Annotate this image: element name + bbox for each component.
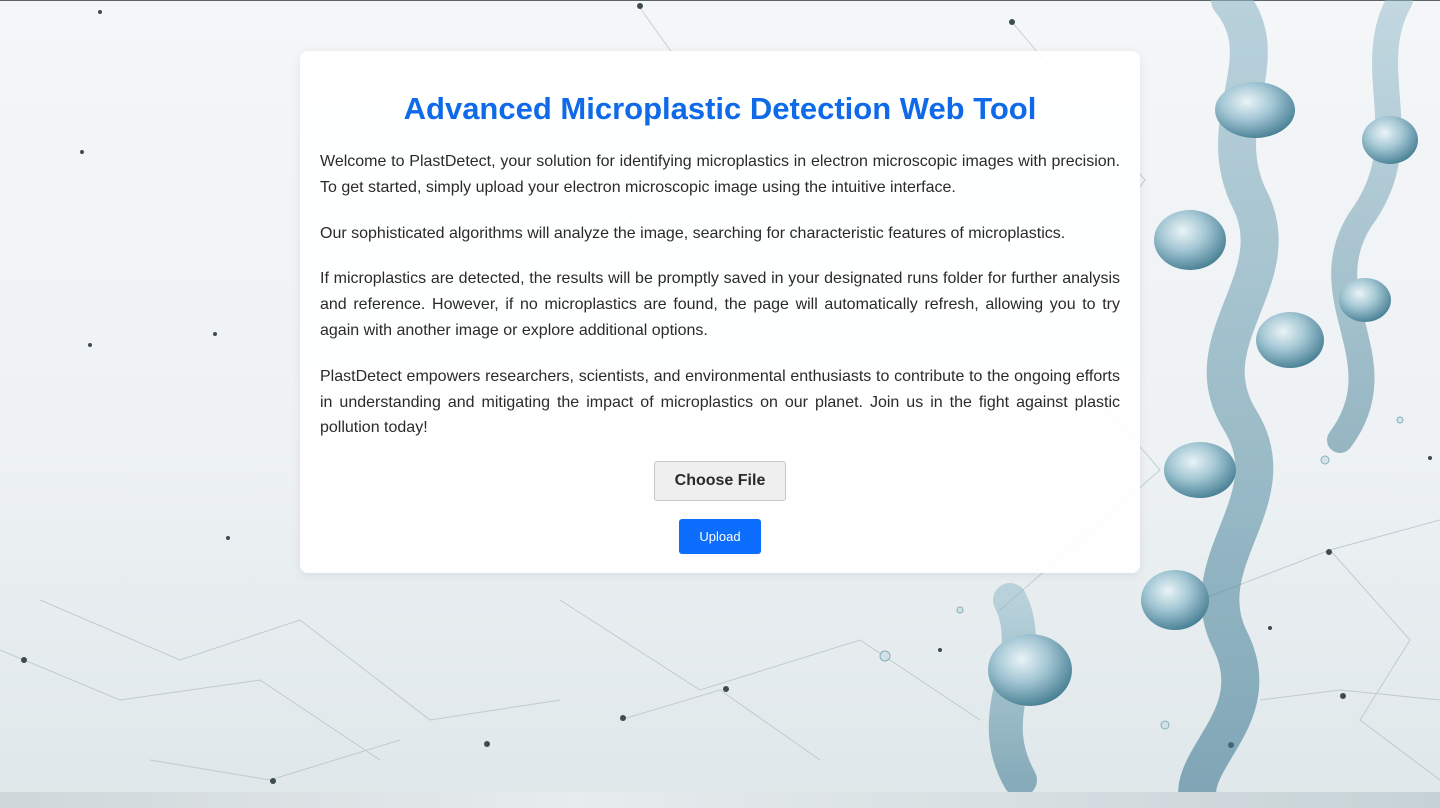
page-title: Advanced Microplastic Detection Web Tool <box>403 91 1037 126</box>
results-paragraph: If microplastics are detected, the resul… <box>320 270 1120 339</box>
bottom-strip <box>0 792 1440 808</box>
choose-file-button[interactable]: Choose File <box>654 461 786 502</box>
upload-wrapper: Upload <box>320 519 1120 555</box>
intro-paragraph: Welcome to PlastDetect, your solution fo… <box>320 153 1120 196</box>
mission-paragraph: PlastDetect empowers researchers, scient… <box>320 367 1120 437</box>
upload-button[interactable]: Upload <box>679 519 761 555</box>
main-card: Advanced Microplastic Detection Web Tool… <box>300 51 1140 573</box>
algorithm-paragraph: Our sophisticated algorithms will analyz… <box>320 224 1066 242</box>
file-input-wrapper: Choose File <box>320 461 1120 502</box>
upload-form: Choose File Upload <box>320 461 1120 555</box>
